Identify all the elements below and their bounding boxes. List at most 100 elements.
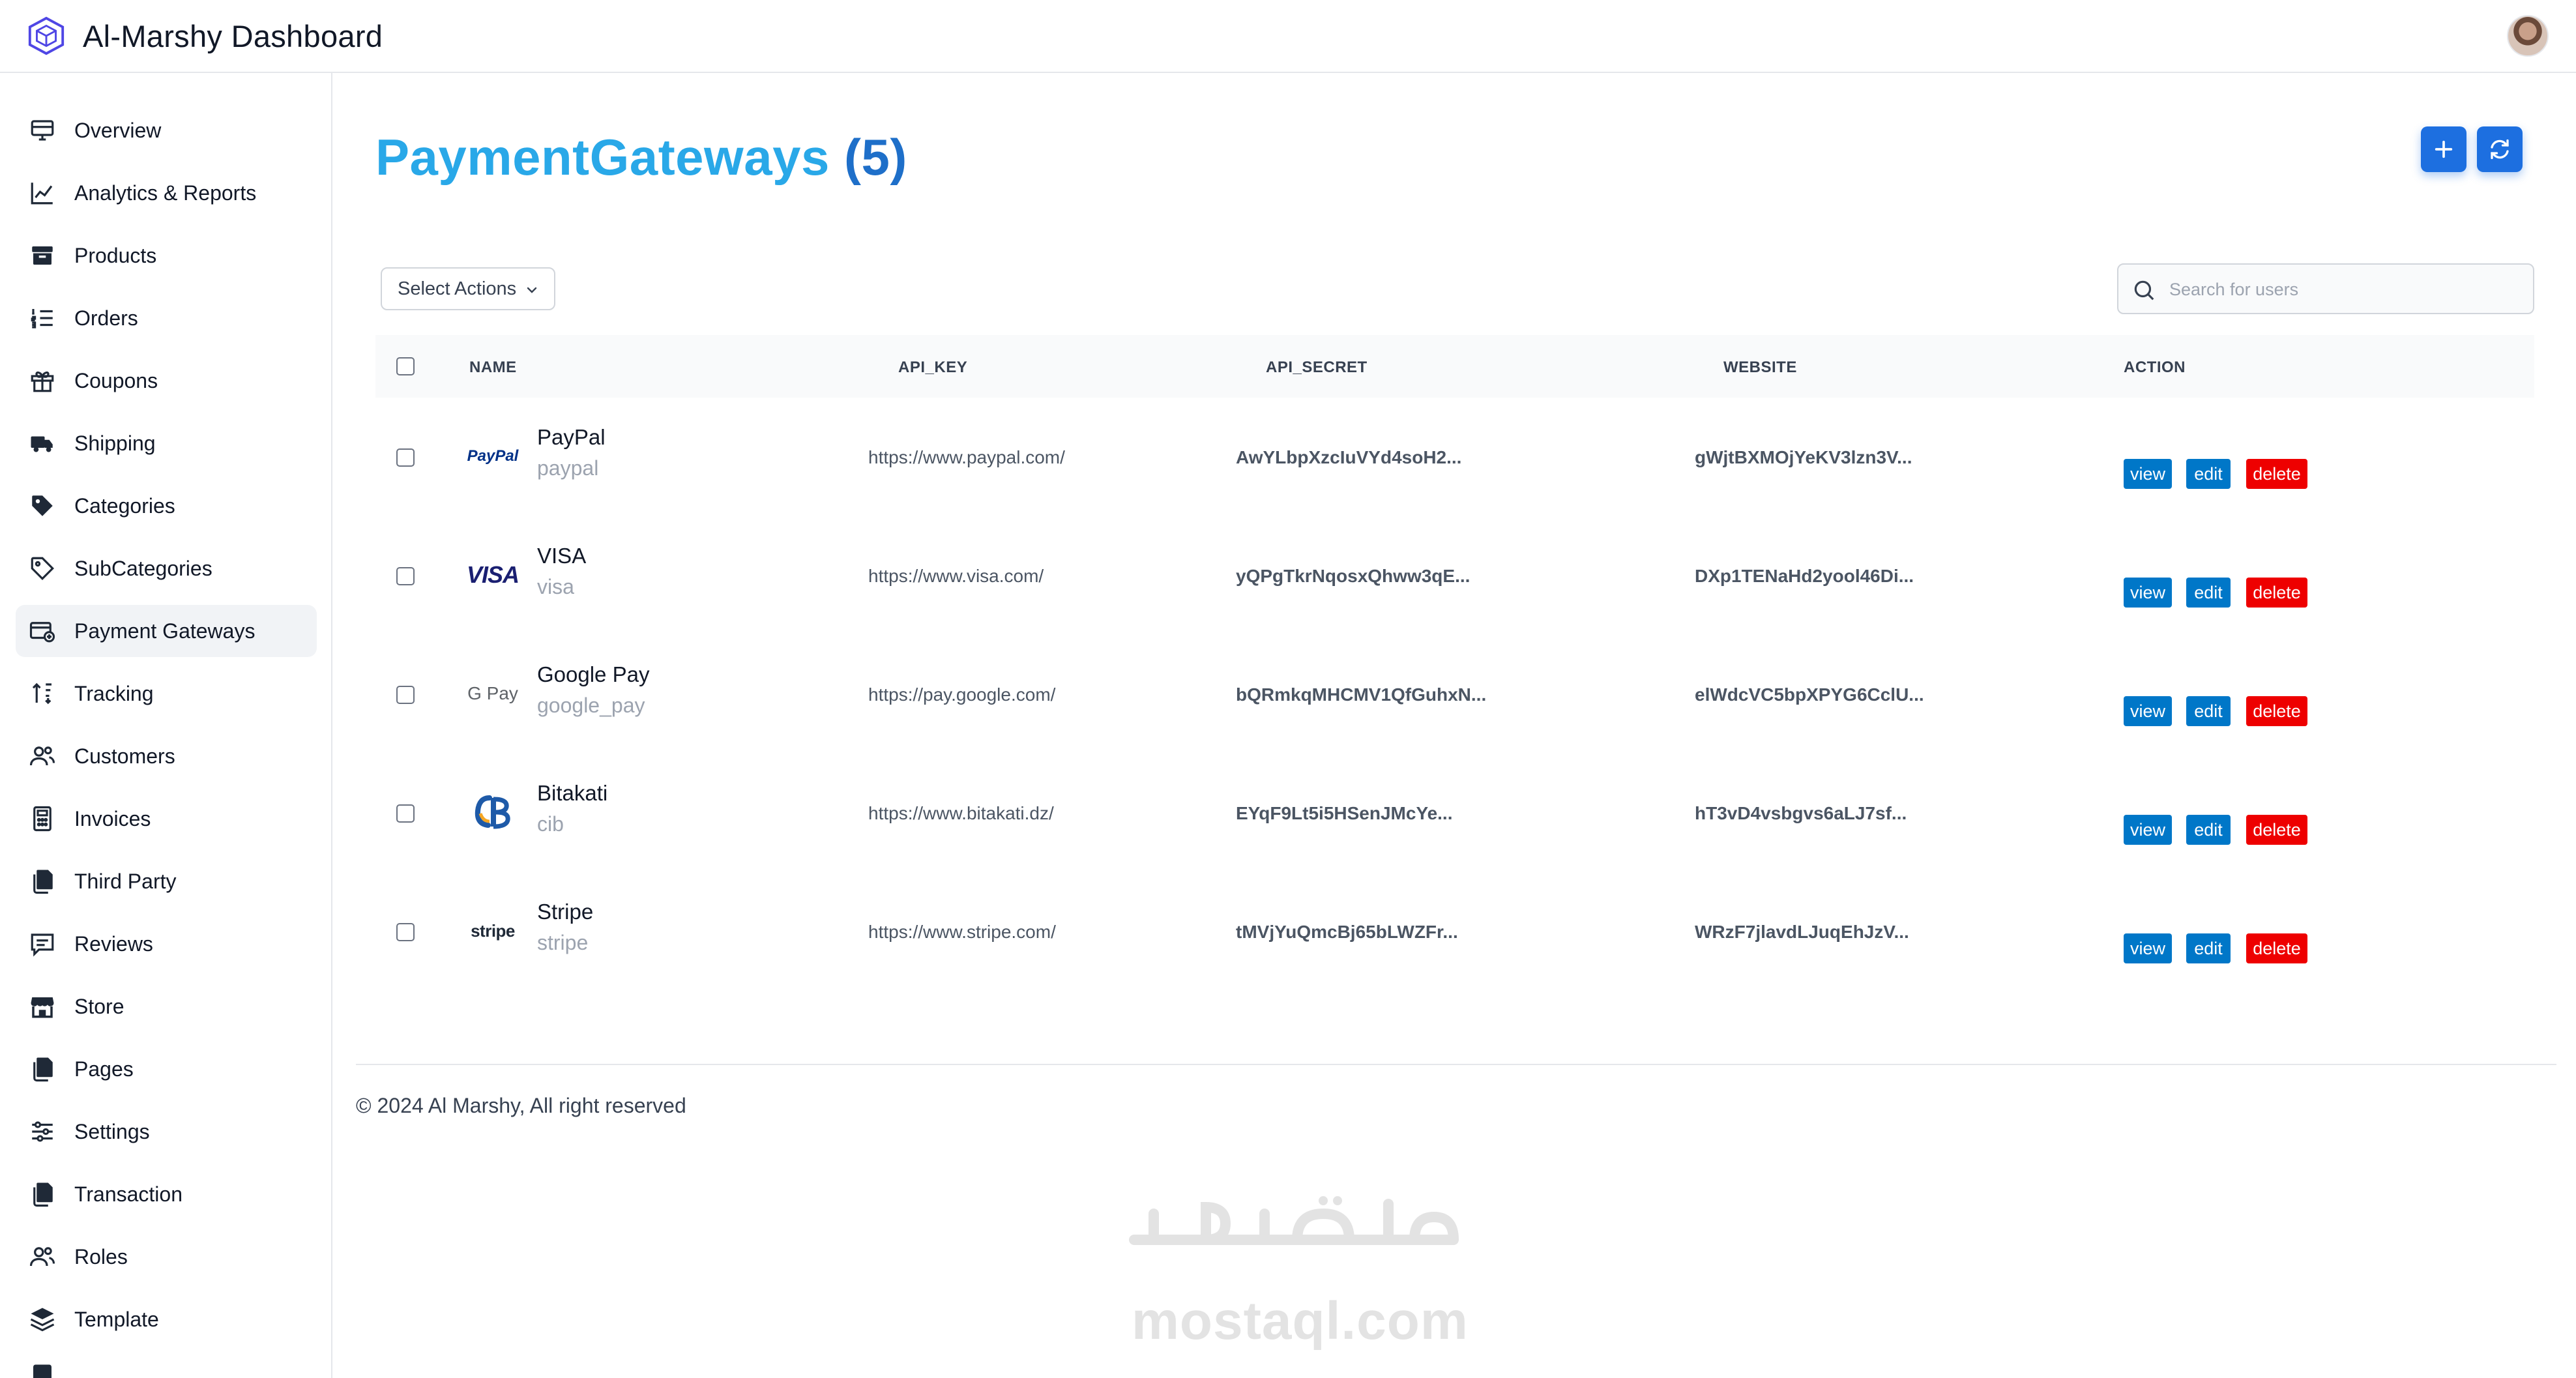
view-button[interactable]: view [2124,459,2172,489]
visa-logo-text: VISA [466,561,520,588]
visa-logo: VISA [465,554,520,596]
edit-button[interactable]: edit [2186,933,2231,963]
chevron-down-icon [527,287,537,293]
sidebar-item-label: Store [74,994,124,1018]
footer-copyright: © 2024 Al Marshy, All right reserved [356,1094,686,1117]
row-checkbox[interactable] [396,686,415,704]
delete-button[interactable]: delete [2246,815,2307,845]
table-row: Bitakati cib https://www.bitakati.dz/ EY… [375,754,2534,872]
sidebar-item-label: Orders [74,306,138,330]
sidebar-item-tracking[interactable]: Tracking [16,667,317,720]
app-title: Al-Marshy Dashboard [83,19,383,53]
edit-button[interactable]: edit [2186,459,2231,489]
sidebar-item-settings[interactable]: Settings [16,1106,317,1158]
copy-icon [33,870,53,894]
delete-button[interactable]: delete [2246,578,2307,608]
refresh-button[interactable] [2477,126,2523,172]
transaction-icon [33,1182,53,1207]
api-secret: AwYLbpXzcIuVYd4soH2... [1236,447,1462,467]
delete-button[interactable]: delete [2246,933,2307,963]
search-box [2117,263,2534,314]
sidebar-item-coupons[interactable]: Coupons [16,355,317,407]
sidebar-item-partial[interactable] [16,1353,317,1378]
sidebar-item-transaction[interactable]: Transaction [16,1168,317,1220]
user-avatar[interactable] [2507,15,2549,57]
tag-filled-icon [32,495,53,516]
sidebar-item-label: Roles [74,1244,128,1268]
sidebar-item-categories[interactable]: Categories [16,480,317,532]
sliders-icon [32,1121,53,1142]
sidebar-item-third-party[interactable]: Third Party [16,855,317,907]
row-checkbox[interactable] [396,804,415,823]
select-all-checkbox[interactable] [396,357,415,375]
google-pay-logo-text: G Pay [467,683,518,703]
column-header-website[interactable]: WEBSITE [1723,359,1797,377]
view-button[interactable]: view [2124,815,2172,845]
truck-icon [31,436,53,452]
gateway-code: visa [537,575,574,598]
sidebar-item-invoices[interactable]: Invoices [16,793,317,845]
sidebar-item-reviews[interactable]: Reviews [16,918,317,970]
row-checkbox[interactable] [396,448,415,467]
row-checkbox[interactable] [396,923,415,941]
cib-logo-graphic [475,795,510,829]
gateway-name: Stripe [537,900,594,924]
sidebar-item-analytics[interactable]: Analytics & Reports [16,167,317,219]
view-button[interactable]: view [2124,933,2172,963]
monitor-icon [31,120,54,141]
delete-button[interactable]: delete [2246,459,2307,489]
api-secret: EYqF9Lt5i5HSenJMcYe... [1236,803,1453,823]
select-actions-dropdown[interactable]: Select Actions [381,267,555,310]
table-row: G Pay Google Pay google_pay https://pay.… [375,635,2534,754]
stripe-logo: stripe [465,910,520,952]
edit-button[interactable]: edit [2186,696,2231,726]
sidebar-item-pages[interactable]: Pages [16,1043,317,1095]
calculator-icon [33,806,51,832]
sidebar-item-roles[interactable]: Roles [16,1231,317,1283]
column-header-api-secret[interactable]: API_SECRET [1266,359,1368,377]
page-title-count: (5) [844,128,907,186]
gateway-code: paypal [537,456,599,480]
sidebar-item-overview[interactable]: Overview [16,104,317,156]
table-header: NAME API_KEY API_SECRET WEBSITE ACTION [375,335,2534,398]
sidebar-item-orders[interactable]: Orders [16,292,317,344]
edit-button[interactable]: edit [2186,815,2231,845]
sidebar-item-shipping[interactable]: Shipping [16,417,317,469]
page-title-text: PaymentGateways [375,128,830,186]
view-button[interactable]: view [2124,696,2172,726]
mostaql-watermark-arabic [1129,1196,1459,1245]
google-pay-logo: G Pay [465,673,520,714]
sidebar-item-label: Invoices [74,806,151,830]
tag-outline-icon [31,557,54,580]
sidebar-item-label: Settings [74,1119,150,1143]
sidebar-item-subcategories[interactable]: SubCategories [16,542,317,594]
add-gateway-button[interactable] [2421,126,2466,172]
column-header-api-key[interactable]: API_KEY [898,359,967,377]
users-icon [29,746,55,766]
sidebar-item-payment-gateways[interactable]: Payment Gateways [16,605,317,657]
roles-icon [29,1247,55,1267]
edit-button[interactable]: edit [2186,578,2231,608]
cib-logo [465,791,520,833]
view-button[interactable]: view [2124,578,2172,608]
column-header-name[interactable]: NAME [469,359,517,377]
sidebar: Overview Analytics & Reports Products Or… [0,73,332,1378]
row-checkbox[interactable] [396,567,415,585]
paypal-logo-text: PayPal [467,447,519,465]
delete-button[interactable]: delete [2246,696,2307,726]
website: elWdcVC5bpXPYG6CclU... [1695,684,1924,705]
layers-icon [30,1308,55,1332]
paypal-logo: PayPal [465,435,520,477]
sidebar-item-customers[interactable]: Customers [16,730,317,782]
sidebar-item-label: Transaction [74,1182,183,1206]
gateway-code: stripe [537,931,589,954]
api-key: https://www.visa.com/ [868,566,1044,586]
sidebar-item-store[interactable]: Store [16,980,317,1033]
api-key: https://www.paypal.com/ [868,447,1065,467]
sidebar-item-label: Analytics & Reports [74,181,257,205]
sidebar-item-template[interactable]: Template [16,1293,317,1345]
sidebar-item-products[interactable]: Products [16,229,317,282]
search-input[interactable] [2168,271,2523,308]
table-row: VISA VISA visa https://www.visa.com/ yQP… [375,516,2534,635]
payment-card-icon [29,622,55,643]
